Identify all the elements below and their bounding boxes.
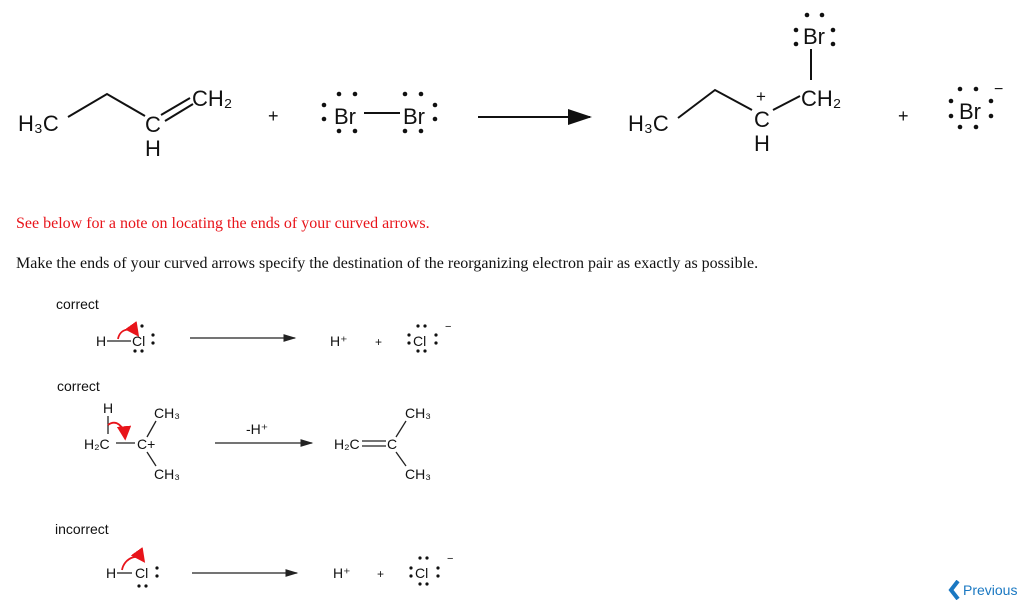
reactant-butene: H₃C C H CH₂ bbox=[18, 86, 232, 161]
h-label: H bbox=[96, 333, 106, 349]
instruction-text: Make the ends of your curved arrows spec… bbox=[16, 255, 759, 272]
h3c-label: H₃C bbox=[628, 111, 669, 136]
negative-charge: − bbox=[447, 553, 453, 565]
h-plus-label: H⁺ bbox=[330, 333, 348, 349]
reaction-scheme: H₃C C H CH₂ + Br Br H₃C + C H CH₂ Br + B… bbox=[18, 12, 1003, 588]
br-label: Br bbox=[803, 24, 825, 49]
example-label: incorrect bbox=[55, 521, 109, 537]
negative-charge: − bbox=[994, 81, 1003, 98]
br-label: Br bbox=[959, 99, 981, 124]
h-label: H bbox=[106, 565, 116, 581]
h-plus-label: H⁺ bbox=[333, 565, 351, 581]
negative-charge: − bbox=[445, 321, 451, 333]
previous-label: Previous bbox=[963, 582, 1018, 598]
plus-sign: + bbox=[898, 106, 909, 126]
product-carbocation: H₃C + C H CH₂ Br bbox=[628, 12, 841, 156]
previous-button[interactable]: Previous bbox=[948, 580, 1017, 600]
ch2-label: CH₂ bbox=[192, 86, 232, 111]
example-label: correct bbox=[56, 296, 99, 312]
ch2-label: CH₂ bbox=[801, 86, 841, 111]
br-label: Br bbox=[403, 104, 425, 129]
plus-sign: + bbox=[375, 335, 382, 349]
h-label: H bbox=[103, 400, 113, 416]
cl-label: Cl bbox=[135, 565, 148, 581]
carbon-label: C bbox=[387, 436, 397, 452]
positive-charge: + bbox=[756, 87, 766, 106]
reactant-bromine: Br Br bbox=[321, 91, 438, 134]
chloride-label: Cl bbox=[413, 333, 426, 349]
plus-sign: + bbox=[268, 106, 279, 126]
hydrogen-label: H bbox=[754, 131, 770, 156]
condition-label: -H⁺ bbox=[246, 421, 268, 437]
product-bromide: Br − bbox=[948, 81, 1003, 130]
ch3-label: CH₃ bbox=[154, 405, 180, 421]
ch3-label: CH₃ bbox=[405, 405, 431, 421]
ch3-label: CH₃ bbox=[405, 466, 431, 482]
h3c-label: H₃C bbox=[18, 111, 59, 136]
curved-arrow bbox=[107, 421, 132, 441]
carbon-label: C bbox=[754, 107, 770, 132]
plus-sign: + bbox=[377, 567, 384, 581]
curved-arrow-note: See below for a note on locating the end… bbox=[16, 215, 430, 232]
carbon-label: C bbox=[145, 112, 161, 137]
example-correct-2: correct H H₂C C+ CH₃ CH₃ -H⁺ H₂C C CH₃ C… bbox=[57, 378, 431, 482]
h2c-label: H₂C bbox=[334, 436, 360, 452]
example-label: correct bbox=[57, 378, 100, 394]
cl-label: Cl bbox=[132, 333, 145, 349]
ch3-label: CH₃ bbox=[154, 466, 180, 482]
example-correct-1: correct H Cl H⁺ + Cl − bbox=[56, 296, 451, 353]
example-incorrect: incorrect H Cl H⁺ + Cl − bbox=[55, 521, 453, 588]
hydrogen-label: H bbox=[145, 136, 161, 161]
chevron-left-icon bbox=[948, 580, 960, 600]
chloride-label: Cl bbox=[415, 565, 428, 581]
br-label: Br bbox=[334, 104, 356, 129]
h2c-label: H₂C bbox=[84, 436, 110, 452]
carbocation-label: C+ bbox=[137, 436, 155, 452]
